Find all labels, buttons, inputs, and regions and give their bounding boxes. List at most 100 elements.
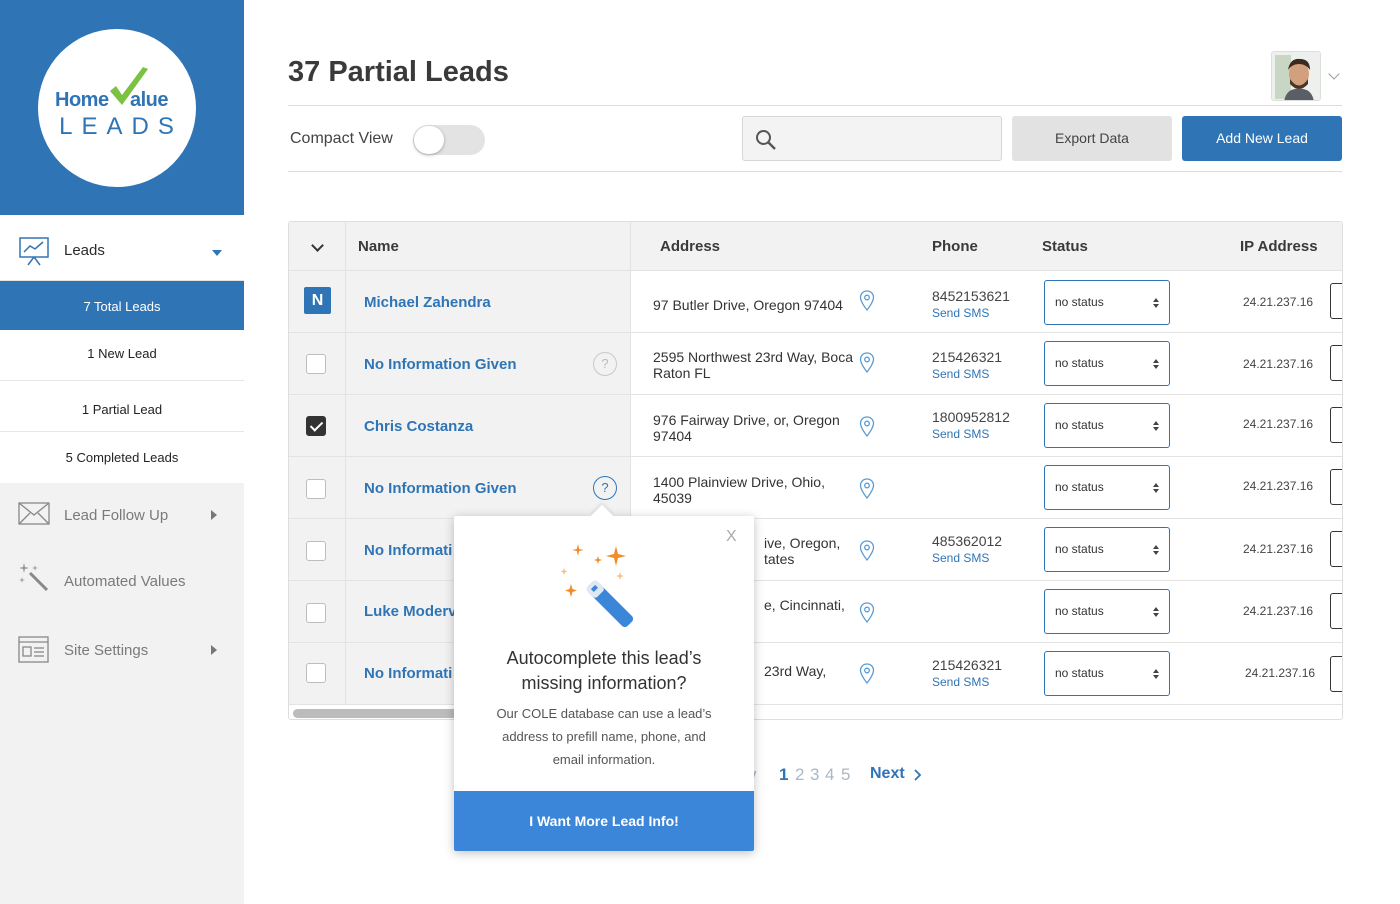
lead-name-link[interactable]: No Information Given <box>364 356 517 373</box>
status-select[interactable]: no status <box>1044 527 1170 572</box>
row-action-button[interactable] <box>1330 283 1342 319</box>
lead-name-link[interactable]: Michael Zahendra <box>364 294 491 311</box>
row-checkbox[interactable] <box>306 603 326 623</box>
logo-leads-text: LEADS <box>59 113 183 140</box>
sidebar-subitem-new-lead[interactable]: 1 New Lead <box>0 330 244 381</box>
more-lead-info-button[interactable]: I Want More Lead Info! <box>454 791 754 851</box>
row-checkbox[interactable] <box>306 541 326 561</box>
table-row[interactable]: Chris Costanza 976 Fairway Drive, or, Or… <box>289 394 1342 456</box>
sidebar-item-leads[interactable]: Leads <box>0 215 244 281</box>
sidebar: Home alue LEADS Leads 7 Total Leads 1 Ne… <box>0 0 244 904</box>
sort-arrows-icon <box>1153 545 1159 549</box>
column-header-phone[interactable]: Phone <box>932 238 978 255</box>
status-select[interactable]: no status <box>1044 280 1170 325</box>
sidebar-item-lead-follow-up[interactable]: Lead Follow Up <box>0 485 244 545</box>
column-header-ip-address[interactable]: IP Address <box>1240 238 1318 255</box>
column-header-address[interactable]: Address <box>660 238 720 255</box>
lead-name-link[interactable]: Chris Costanza <box>364 418 473 435</box>
help-icon[interactable]: ? <box>593 352 617 376</box>
lead-address: 2595 Northwest 23rd Way, Boca Raton FL <box>653 349 853 381</box>
horizontal-scrollbar[interactable] <box>289 704 1342 719</box>
lead-phone: 485362012 <box>932 533 1003 549</box>
chevron-down-icon[interactable] <box>1328 68 1340 80</box>
row-action-button[interactable] <box>1330 345 1342 381</box>
sidebar-subitem-total-leads[interactable]: 7 Total Leads <box>0 281 244 330</box>
new-lead-badge[interactable]: N <box>304 287 331 314</box>
sidebar-subitem-completed-leads[interactable]: 5 Completed Leads <box>0 432 244 483</box>
page-link[interactable]: 4 <box>825 765 834 785</box>
pagination-next[interactable]: Next <box>870 765 905 783</box>
lead-address: ive, Oregon, tates <box>764 535 841 567</box>
sidebar-item-site-settings[interactable]: Site Settings <box>0 620 244 680</box>
sidebar-item-automated-values[interactable]: Automated Values <box>0 551 244 611</box>
table-row[interactable]: No Information Given ? 2595 Northwest 23… <box>289 332 1342 394</box>
status-select[interactable]: no status <box>1044 651 1170 696</box>
table-row[interactable]: N Michael Zahendra 97 Butler Drive, Oreg… <box>289 270 1342 332</box>
map-pin-icon[interactable] <box>859 478 875 500</box>
row-checkbox[interactable] <box>306 479 326 499</box>
lead-ip: 24.21.237.16 <box>1243 295 1314 309</box>
row-action-button[interactable] <box>1330 469 1342 505</box>
lead-name-link[interactable]: Luke Moderv <box>364 603 457 620</box>
row-checkbox[interactable] <box>306 354 326 374</box>
column-header-status[interactable]: Status <box>1042 238 1088 255</box>
sort-arrows-icon <box>1153 669 1159 673</box>
search-input[interactable] <box>783 125 993 153</box>
lead-name-link[interactable]: No Informati <box>364 665 452 682</box>
map-pin-icon[interactable] <box>859 352 875 374</box>
table-row[interactable]: Luke Moderv e, Cincinnati, no status 24.… <box>289 580 1342 642</box>
lead-address: 97 Butler Drive, Oregon 97404 <box>653 297 843 313</box>
help-icon[interactable]: ? <box>593 476 617 500</box>
envelope-icon <box>18 502 50 525</box>
row-action-button[interactable] <box>1330 531 1342 567</box>
logo[interactable]: Home alue LEADS <box>38 29 196 187</box>
row-action-button[interactable] <box>1330 593 1342 629</box>
page-link[interactable]: 2 <box>795 765 804 785</box>
compact-view-toggle[interactable] <box>413 125 485 155</box>
send-sms-link[interactable]: Send SMS <box>932 367 989 381</box>
row-checkbox[interactable] <box>306 416 326 436</box>
send-sms-link[interactable]: Send SMS <box>932 427 989 441</box>
chevron-right-icon[interactable] <box>913 768 923 782</box>
sort-arrows-icon <box>1153 421 1159 425</box>
send-sms-link[interactable]: Send SMS <box>932 551 989 565</box>
status-select[interactable]: no status <box>1044 465 1170 510</box>
page-link[interactable]: 3 <box>810 765 819 785</box>
status-select[interactable]: no status <box>1044 341 1170 386</box>
lead-ip: 24.21.237.16 <box>1245 666 1316 680</box>
sidebar-subitem-partial-lead[interactable]: 1 Partial Lead <box>0 381 244 432</box>
status-select[interactable]: no status <box>1044 589 1170 634</box>
row-checkbox[interactable] <box>306 663 326 683</box>
close-button[interactable]: X <box>726 528 737 546</box>
status-value: no status <box>1055 295 1104 309</box>
status-select[interactable]: no status <box>1044 403 1170 448</box>
send-sms-link[interactable]: Send SMS <box>932 675 989 689</box>
status-select-down-arrow <box>1153 551 1159 555</box>
lead-phone: 215426321 <box>932 349 1003 365</box>
map-pin-icon[interactable] <box>859 663 875 685</box>
export-data-button[interactable]: Export Data <box>1012 116 1172 161</box>
lead-name-link[interactable]: No Information Given <box>364 480 517 497</box>
avatar[interactable] <box>1271 51 1321 101</box>
add-new-lead-button[interactable]: Add New Lead <box>1182 116 1342 161</box>
send-sms-link[interactable]: Send SMS <box>932 306 989 320</box>
lead-address: 976 Fairway Drive, or, Oregon 97404 <box>653 412 840 444</box>
column-header-name[interactable]: Name <box>358 238 399 255</box>
row-action-button[interactable] <box>1330 656 1342 692</box>
page-current[interactable]: 1 <box>779 765 788 785</box>
status-value: no status <box>1055 542 1104 556</box>
row-action-button[interactable] <box>1330 407 1342 443</box>
map-pin-icon[interactable] <box>859 290 875 312</box>
search-box[interactable] <box>742 116 1002 161</box>
lead-name-link[interactable]: No Informati <box>364 542 452 559</box>
table-row[interactable]: No Informati 23rd Way, 215426321 Send SM… <box>289 642 1342 704</box>
caret-down-icon[interactable] <box>212 250 222 256</box>
map-pin-icon[interactable] <box>859 416 875 438</box>
logo-area: Home alue LEADS <box>0 0 244 215</box>
map-pin-icon[interactable] <box>859 602 875 624</box>
table-header <box>631 222 1342 270</box>
table-row[interactable]: No Information Given ? 1400 Plainview Dr… <box>289 456 1342 518</box>
table-row[interactable]: No Informati ive, Oregon, tates 48536201… <box>289 518 1342 580</box>
page-link[interactable]: 5 <box>841 765 850 785</box>
map-pin-icon[interactable] <box>859 540 875 562</box>
